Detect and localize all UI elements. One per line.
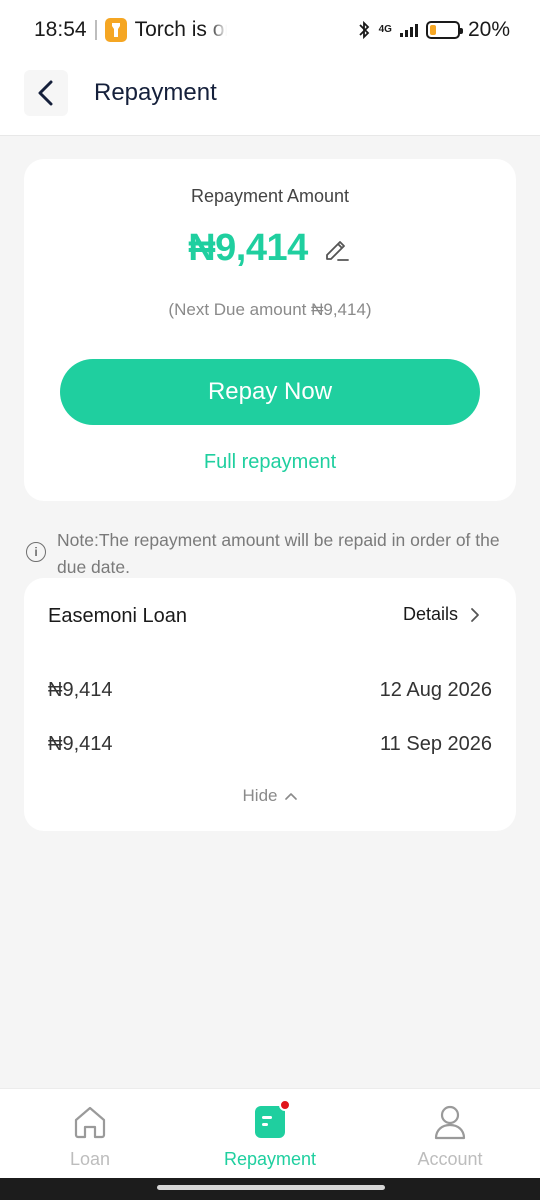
- repayment-amount-row: ₦9,414: [24, 227, 516, 270]
- loan-card: Easemoni Loan Details ₦9,414 12 Aug 2026…: [24, 578, 516, 831]
- chevron-left-icon: [38, 80, 53, 106]
- hide-label: Hide: [242, 786, 278, 805]
- nav-item-repayment[interactable]: Repayment: [180, 1089, 360, 1179]
- chevron-up-icon: [285, 793, 298, 800]
- details-label: Details: [402, 604, 458, 624]
- installment-amount: ₦9,414: [48, 679, 113, 701]
- repayment-icon: [255, 1099, 291, 1141]
- battery-level: [429, 25, 436, 35]
- gesture-bar: [0, 1178, 540, 1200]
- repayment-note: Note:The repayment amount will be repaid…: [57, 530, 500, 577]
- loan-name: Easemoni Loan: [48, 605, 187, 627]
- back-button[interactable]: [24, 70, 68, 116]
- repayment-amount: ₦9,414: [188, 227, 308, 269]
- next-due-amount: (Next Due amount ₦9,414): [168, 300, 372, 319]
- battery-icon: [425, 21, 463, 39]
- status-divider: [94, 20, 97, 40]
- repayment-amount-label: Repayment Amount: [190, 186, 350, 206]
- installment-date: 11 Sep 2026: [380, 733, 492, 755]
- repayment-card: Repayment Amount ₦9,414 (Next Due amount…: [24, 159, 516, 501]
- status-time: 18:54: [34, 18, 87, 41]
- installment-date: 12 Aug 2026: [379, 679, 492, 701]
- edit-icon[interactable]: [322, 234, 352, 264]
- nav-label-loan: Loan: [69, 1149, 111, 1169]
- repay-now-button[interactable]: Repay Now: [60, 359, 480, 425]
- nav-label-repayment: Repayment: [223, 1149, 317, 1169]
- installment-amount: ₦9,414: [48, 733, 113, 755]
- nav-label-account: Account: [417, 1149, 483, 1169]
- home-indicator[interactable]: [157, 1185, 385, 1190]
- bluetooth-icon: [358, 20, 369, 40]
- details-link[interactable]: Details: [403, 604, 480, 625]
- nav-item-account[interactable]: Account: [360, 1089, 540, 1179]
- page-title: Repayment: [94, 79, 217, 106]
- app-header: Repayment: [0, 60, 540, 136]
- nav-item-loan[interactable]: Loan: [0, 1089, 180, 1179]
- full-repayment-link[interactable]: Full repayment: [24, 451, 516, 474]
- status-right: 4G 20%: [357, 18, 510, 42]
- status-bar: 18:54 Torch is on 4G 20%: [0, 0, 540, 60]
- notification-badge: [279, 1099, 291, 1111]
- info-icon: i: [26, 542, 46, 562]
- hide-toggle[interactable]: Hide: [24, 786, 516, 806]
- bottom-nav: Loan Repayment Account: [0, 1088, 540, 1178]
- status-left: 18:54 Torch is on: [34, 18, 227, 42]
- user-icon: [433, 1103, 467, 1141]
- status-notification: Torch is on: [134, 18, 227, 41]
- chevron-right-icon: [471, 607, 479, 622]
- torch-icon: [104, 18, 127, 42]
- signal-icon: [399, 23, 418, 37]
- battery-percent: 20%: [467, 18, 510, 41]
- network-type: 4G: [378, 24, 392, 35]
- home-icon: [71, 1103, 109, 1141]
